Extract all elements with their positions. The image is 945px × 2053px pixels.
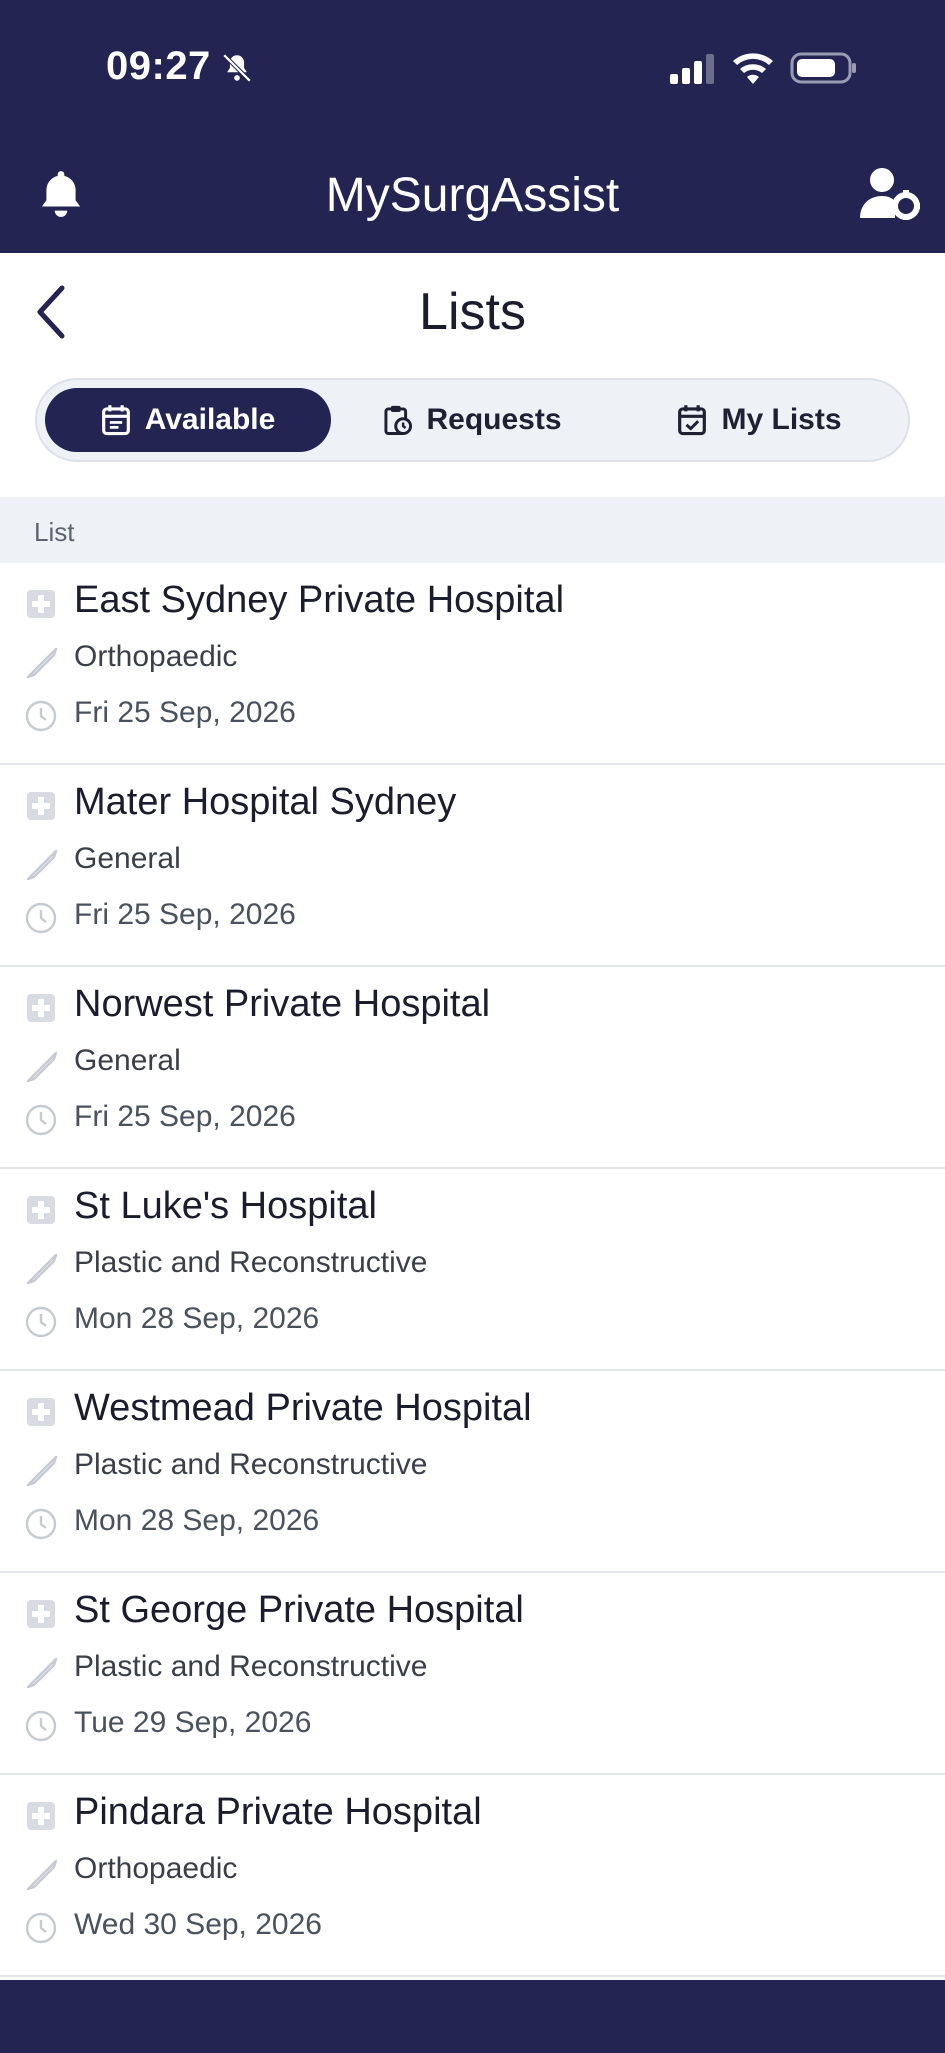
hospital-icon	[27, 1802, 55, 1830]
clock-icon	[25, 1710, 57, 1742]
hospital-name: St Luke's Hospital	[74, 1185, 377, 1227]
section-label: List	[34, 517, 75, 547]
hospital-icon	[27, 1196, 55, 1224]
page-title: Lists	[419, 283, 526, 341]
specialty: General	[74, 842, 181, 875]
hospital-icon	[27, 994, 55, 1022]
wifi-icon	[733, 53, 773, 84]
clock-icon	[25, 1104, 57, 1136]
hospital-name: St George Private Hospital	[74, 1589, 524, 1631]
scalpel-icon	[26, 1859, 58, 1891]
tab-available[interactable]: Available	[45, 388, 331, 452]
hospital-icon	[27, 1600, 55, 1628]
user-settings-icon[interactable]	[860, 166, 920, 220]
app-header: 09:27 MySurgAssist	[0, 0, 945, 253]
tab-available-label: Available	[144, 403, 276, 436]
clipboard-clock-icon	[384, 405, 413, 436]
hospital-icon	[27, 1398, 55, 1426]
signal-icon	[670, 54, 714, 84]
list-date: Fri 25 Sep, 2026	[74, 1100, 296, 1133]
list-item[interactable]: Pindara Private Hospital Orthopaedic Wed…	[0, 1775, 945, 1977]
clock-icon	[25, 1306, 57, 1338]
scalpel-icon	[26, 1051, 58, 1083]
tab-my-lists-label: My Lists	[721, 403, 842, 436]
list-item[interactable]: Westmead Private Hospital Plastic and Re…	[0, 1371, 945, 1573]
hospital-name: East Sydney Private Hospital	[74, 579, 565, 621]
hospital-name: Mater Hospital Sydney	[74, 781, 457, 823]
hospital-icon	[27, 590, 55, 618]
status-time: 09:27	[106, 44, 211, 88]
list-date: Wed 30 Sep, 2026	[74, 1908, 322, 1941]
specialty: Plastic and Reconstructive	[74, 1246, 428, 1279]
tab-requests[interactable]: Requests	[337, 388, 607, 452]
specialty: Orthopaedic	[74, 640, 238, 673]
bottom-bar	[0, 1980, 945, 2053]
specialty: General	[74, 1044, 181, 1077]
specialty: Orthopaedic	[74, 1852, 238, 1885]
scalpel-icon	[26, 647, 58, 679]
list-item[interactable]: St George Private Hospital Plastic and R…	[0, 1573, 945, 1775]
battery-icon	[790, 52, 856, 84]
tab-my-lists[interactable]: My Lists	[617, 388, 902, 452]
clock-icon	[25, 902, 57, 934]
list-item[interactable]: Mater Hospital Sydney General Fri 25 Sep…	[0, 765, 945, 967]
list-date: Mon 28 Sep, 2026	[74, 1504, 320, 1537]
hospital-name: Pindara Private Hospital	[74, 1791, 482, 1833]
app-title: MySurgAssist	[325, 169, 620, 222]
calendar-list-icon	[101, 405, 130, 436]
clock-icon	[25, 1912, 57, 1944]
scalpel-icon	[26, 1253, 58, 1285]
hospital-name: Westmead Private Hospital	[74, 1387, 532, 1429]
list-date: Tue 29 Sep, 2026	[74, 1706, 312, 1739]
list-date: Fri 25 Sep, 2026	[74, 696, 296, 729]
calendar-check-icon	[678, 405, 707, 436]
list-date: Mon 28 Sep, 2026	[74, 1302, 320, 1335]
specialty: Plastic and Reconstructive	[74, 1650, 428, 1683]
specialty: Plastic and Reconstructive	[74, 1448, 428, 1481]
list-item[interactable]: St Luke's Hospital Plastic and Reconstru…	[0, 1169, 945, 1371]
scalpel-icon	[26, 849, 58, 881]
hospital-list: East Sydney Private Hospital Orthopaedic…	[0, 563, 945, 1977]
list-item[interactable]: Norwest Private Hospital General Fri 25 …	[0, 967, 945, 1169]
scalpel-icon	[26, 1657, 58, 1689]
list-item[interactable]: East Sydney Private Hospital Orthopaedic…	[0, 563, 945, 765]
hospital-icon	[27, 792, 55, 820]
hospital-name: Norwest Private Hospital	[74, 983, 491, 1025]
list-tabs: Available Requests My Lists	[35, 378, 910, 462]
clock-icon	[25, 700, 57, 732]
list-date: Fri 25 Sep, 2026	[74, 898, 296, 931]
clock-icon	[25, 1508, 57, 1540]
tab-requests-label: Requests	[426, 403, 562, 436]
section-header: List	[0, 497, 945, 563]
bell-slash-icon	[222, 53, 252, 83]
scalpel-icon	[26, 1455, 58, 1487]
